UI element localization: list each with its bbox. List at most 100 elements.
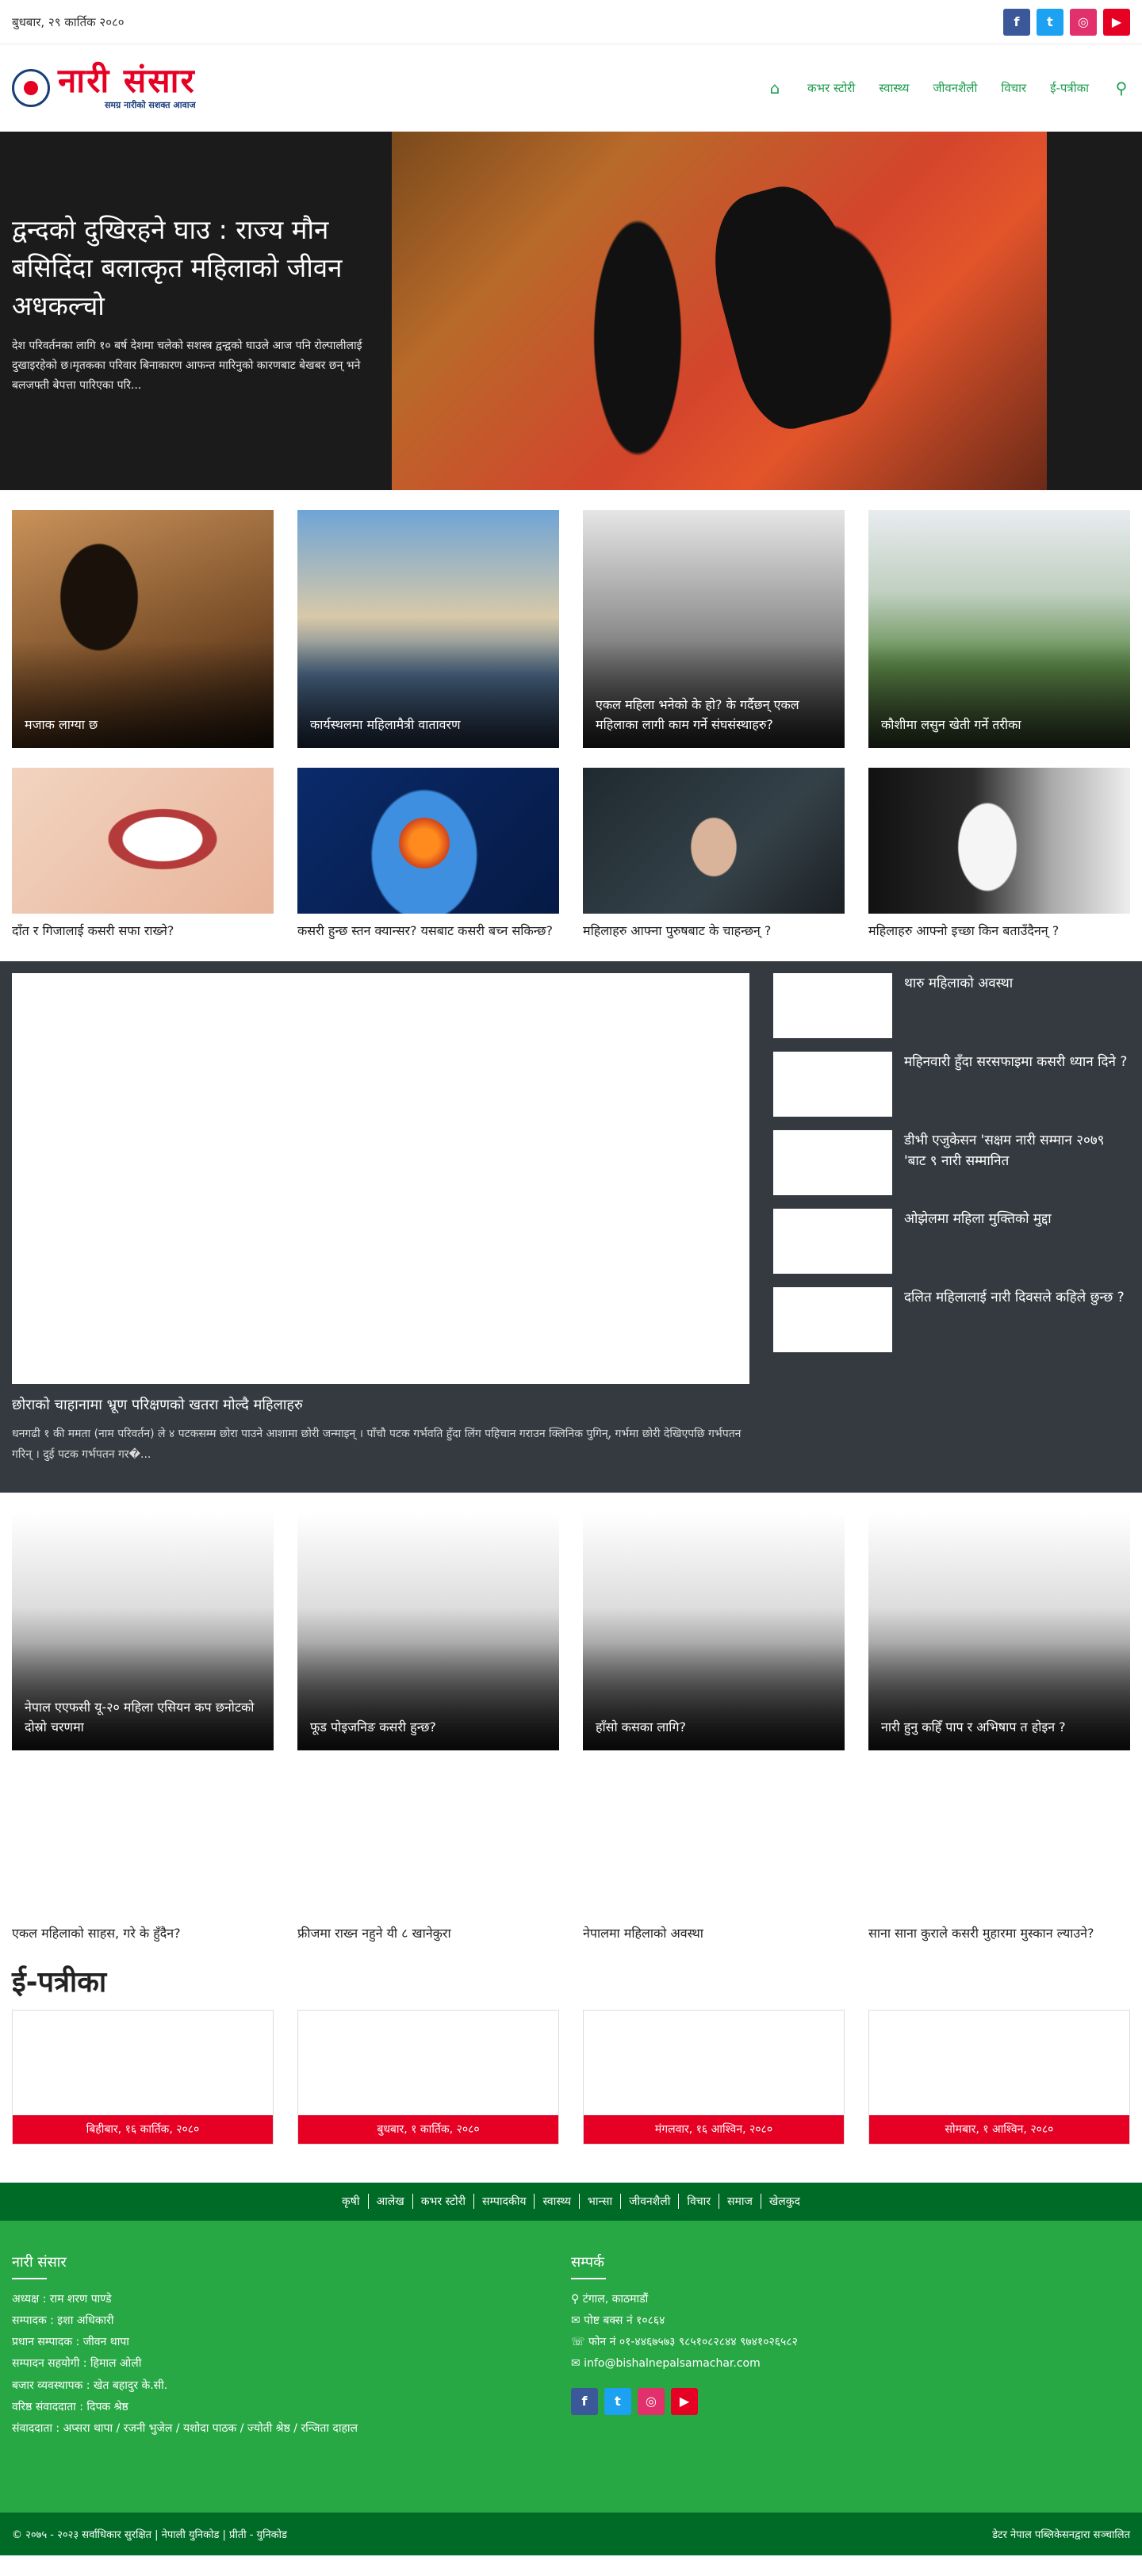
article-card[interactable]: नारी हुनु कहिँ पाप र अभिषाप त होइन ? <box>868 1512 1130 1750</box>
article-title[interactable]: साना साना कुराले कसरी मुहारमा मुस्कान ल्… <box>868 1924 1130 1944</box>
epatrika-date[interactable]: बिहीबार, १६ कार्तिक, २०८० <box>13 2114 273 2144</box>
nav-item-opinion[interactable]: विचार <box>1001 80 1026 96</box>
article-image <box>868 1512 1130 1750</box>
list-item-thumbnail <box>773 1286 892 1352</box>
article-card[interactable]: एकल महिलाको साहस, गरे के हुँदैन? <box>12 1769 274 1944</box>
article-image <box>583 768 845 914</box>
facebook-icon[interactable]: f <box>571 2387 598 2415</box>
article-title[interactable]: महिलाहरु आफ्ना पुरुषबाट के चाहन्छन् ? <box>583 922 845 941</box>
article-card[interactable]: नेपालमा महिलाको अवस्था <box>583 1769 845 1944</box>
epatrika-date[interactable]: मंगलवार, १६ आश्विन, २०८० <box>584 2114 844 2144</box>
instagram-icon[interactable]: ◎ <box>638 2387 665 2415</box>
hero-image <box>392 132 1047 490</box>
article-card[interactable]: कसरी हुन्छ स्तन क्यान्सर? यसबाट कसरी बच्… <box>297 768 559 941</box>
article-title[interactable]: एकल महिला भनेको के हो? के गर्दैछन् एकल म… <box>596 695 832 735</box>
article-title[interactable]: कौशीमा लसुन खेती गर्ने तरीका <box>881 715 1117 735</box>
youtube-icon[interactable]: ▶ <box>671 2387 698 2415</box>
footer-nav-item[interactable]: आलेख <box>369 2194 413 2210</box>
list-item[interactable]: थारु महिलाको अवस्था <box>773 972 1130 1038</box>
list-item-title[interactable]: ओझेलमा महिला मुक्तिको मुद्दा <box>904 1209 1052 1274</box>
list-item-title[interactable]: महिनवारी हुँदा सरसफाइमा कसरी ध्यान दिने … <box>904 1052 1127 1117</box>
epatrika-card[interactable]: सोमबार, १ आश्विन, २०८० <box>868 2009 1130 2145</box>
article-card[interactable]: साना साना कुराले कसरी मुहारमा मुस्कान ल्… <box>868 1769 1130 1944</box>
instagram-icon[interactable]: ◎ <box>1070 8 1097 36</box>
footer-nav-item[interactable]: स्वास्थ्य <box>535 2194 581 2210</box>
article-card[interactable]: एकल महिला भनेको के हो? के गर्दैछन् एकल म… <box>583 510 845 748</box>
twitter-icon[interactable]: t <box>1037 8 1063 36</box>
publisher-credit: डेटर नेपाल पब्लिकेसनद्वारा सञ्चालित <box>992 2528 1130 2541</box>
footer-phone: ☏ फोन नं ०१-४४६७५७३ ९८५१०८२८४४ ९७४१०२६५८… <box>571 2336 798 2349</box>
nav-item-epatrika[interactable]: ई-पत्रीका <box>1050 80 1089 96</box>
article-card[interactable]: मजाक लाग्या छ <box>12 510 274 748</box>
nav-item-lifestyle[interactable]: जीवनशैली <box>933 80 977 96</box>
footer-nav-item[interactable]: विचार <box>679 2194 719 2210</box>
article-title[interactable]: फ्रीजमा राख्न नहुने यी ८ खानेकुरा <box>297 1924 559 1944</box>
list-item[interactable]: ओझेलमा महिला मुक्तिको मुद्दा <box>773 1208 1130 1274</box>
footer-contact: सम्पर्क ⚲ टंगाल, काठमाडौं ✉ पोष्ट बक्स न… <box>571 2252 1130 2513</box>
epatrika-card[interactable]: बिहीबार, १६ कार्तिक, २०८० <box>12 2009 274 2145</box>
article-title[interactable]: फूड पोइजनिङ कसरी हुन्छ? <box>310 1717 546 1738</box>
article-card[interactable]: दाँत र गिजालाई कसरी सफा राख्ने? <box>12 768 274 941</box>
epatrika-card[interactable]: मंगलवार, १६ आश्विन, २०८० <box>583 2009 845 2145</box>
feature-panel: छोराको चाहानामा भ्रूण परिक्षणको खतरा मोल… <box>0 960 1142 1493</box>
footer-nav-item[interactable]: जीवनशैली <box>621 2194 680 2210</box>
footer-nav-item[interactable]: खेलकुद <box>761 2194 808 2209</box>
article-card[interactable]: कार्यस्थलमा महिलामैत्री वातावरण <box>297 510 559 748</box>
feature-main-article[interactable]: छोराको चाहानामा भ्रूण परिक्षणको खतरा मोल… <box>12 972 749 1481</box>
footer-nav-item[interactable]: कृषी <box>334 2194 369 2210</box>
site-logo[interactable]: नारी संसार समग्र नारीको सशक्त आवाज <box>12 64 196 111</box>
hero-excerpt: देश परिवर्तनका लागि १० बर्ष देशमा चलेको … <box>12 339 362 392</box>
footer-email[interactable]: ✉ info@bishalnepalsamachar.com <box>571 2353 1130 2375</box>
article-title[interactable]: मजाक लाग्या छ <box>25 715 261 735</box>
article-title[interactable]: कार्यस्थलमा महिलामैत्री वातावरण <box>310 715 546 735</box>
list-item-thumbnail <box>773 972 892 1038</box>
epatrika-date[interactable]: सोमबार, १ आश्विन, २०८० <box>869 2114 1129 2144</box>
hero-article[interactable]: द्वन्दको दुखिरहने घाउ : राज्य मौन बसिदिं… <box>0 132 1142 490</box>
facebook-icon[interactable]: f <box>1003 8 1030 36</box>
article-card[interactable]: फ्रीजमा राख्न नहुने यी ८ खानेकुरा <box>297 1769 559 1944</box>
epatrika-card[interactable]: बुधबार, १ कार्तिक, २०८० <box>297 2009 559 2145</box>
article-image <box>297 510 559 748</box>
hero-title[interactable]: द्वन्दको दुखिरहने घाउ : राज्य मौन बसिदिं… <box>12 211 377 325</box>
article-title[interactable]: नारी हुनु कहिँ पाप र अभिषाप त होइन ? <box>881 1717 1117 1738</box>
list-item-title[interactable]: डीभी एजुकेसन 'सक्षम नारी सम्मान २०७९ 'बा… <box>904 1130 1130 1195</box>
article-image <box>297 768 559 914</box>
copyright-text: © २०७५ - २०२३ सर्वाधिकार सुरक्षित | नेपा… <box>12 2528 287 2541</box>
article-card[interactable]: महिलाहरु आफ्ना पुरुषबाट के चाहन्छन् ? <box>583 768 845 941</box>
twitter-icon[interactable]: t <box>604 2387 631 2415</box>
epatrika-grid: बिहीबार, १६ कार्तिक, २०८० बुधबार, १ कार्… <box>0 2009 1142 2145</box>
article-card[interactable]: महिलाहरु आफ्नो इच्छा किन बताउँदैनन् ? <box>868 768 1130 941</box>
list-item[interactable]: डीभी एजुकेसन 'सक्षम नारी सम्मान २०७९ 'बा… <box>773 1129 1130 1195</box>
article-card[interactable]: कौशीमा लसुन खेती गर्ने तरीका <box>868 510 1130 748</box>
footer-nav-item[interactable]: कभर स्टोरी <box>413 2194 475 2210</box>
article-grid: दाँत र गिजालाई कसरी सफा राख्ने? कसरी हुन… <box>0 768 1142 941</box>
article-title[interactable]: महिलाहरु आफ्नो इच्छा किन बताउँदैनन् ? <box>868 922 1130 941</box>
article-title[interactable]: एकल महिलाको साहस, गरे के हुँदैन? <box>12 1924 274 1944</box>
nav-item-health[interactable]: स्वास्थ्य <box>879 80 909 96</box>
article-title[interactable]: हाँसो कसका लागि? <box>596 1717 832 1738</box>
nav-item-cover-story[interactable]: कभर स्टोरी <box>807 80 855 96</box>
epatrika-date[interactable]: बुधबार, १ कार्तिक, २०८० <box>298 2114 558 2144</box>
article-title[interactable]: दाँत र गिजालाई कसरी सफा राख्ने? <box>12 922 274 941</box>
footer-about: नारी संसार अध्यक्ष : राम शरण पाण्डे सम्प… <box>12 2252 571 2513</box>
list-item-title[interactable]: दलित महिलालाई नारी दिवसले कहिले छुन्छ ? <box>904 1287 1125 1352</box>
article-card[interactable]: हाँसो कसका लागि? <box>583 1512 845 1750</box>
search-icon[interactable]: ⚲ <box>1113 79 1130 98</box>
article-card[interactable]: फूड पोइजनिङ कसरी हुन्छ? <box>297 1512 559 1750</box>
list-item[interactable]: महिनवारी हुँदा सरसफाइमा कसरी ध्यान दिने … <box>773 1051 1130 1117</box>
article-title[interactable]: नेपालमा महिलाको अवस्था <box>583 1924 845 1944</box>
footer-nav-item[interactable]: भान्सा <box>580 2194 622 2210</box>
article-title[interactable]: कसरी हुन्छ स्तन क्यान्सर? यसबाट कसरी बच्… <box>297 922 559 941</box>
youtube-icon[interactable]: ▶ <box>1103 8 1130 36</box>
article-image <box>12 1769 274 1916</box>
article-title[interactable]: नेपाल एएफसी यू-२० महिला एसियन कप छनोटको … <box>25 1697 261 1738</box>
list-item-title[interactable]: थारु महिलाको अवस्था <box>904 973 1013 1038</box>
home-icon[interactable]: ⌂ <box>766 79 784 98</box>
list-item[interactable]: दलित महिलालाई नारी दिवसले कहिले छुन्छ ? <box>773 1286 1130 1352</box>
feature-image <box>12 972 749 1384</box>
article-card[interactable]: नेपाल एएफसी यू-२० महिला एसियन कप छनोटको … <box>12 1512 274 1750</box>
feature-title[interactable]: छोराको चाहानामा भ्रूण परिक्षणको खतरा मोल… <box>12 1395 749 1414</box>
footer-about-line: वरिष्ठ संवाददाता : दिपक श्रेष्ठ <box>12 2401 128 2414</box>
footer-nav-item[interactable]: सम्पादकीय <box>474 2194 535 2210</box>
footer-nav-item[interactable]: समाज <box>719 2194 761 2210</box>
